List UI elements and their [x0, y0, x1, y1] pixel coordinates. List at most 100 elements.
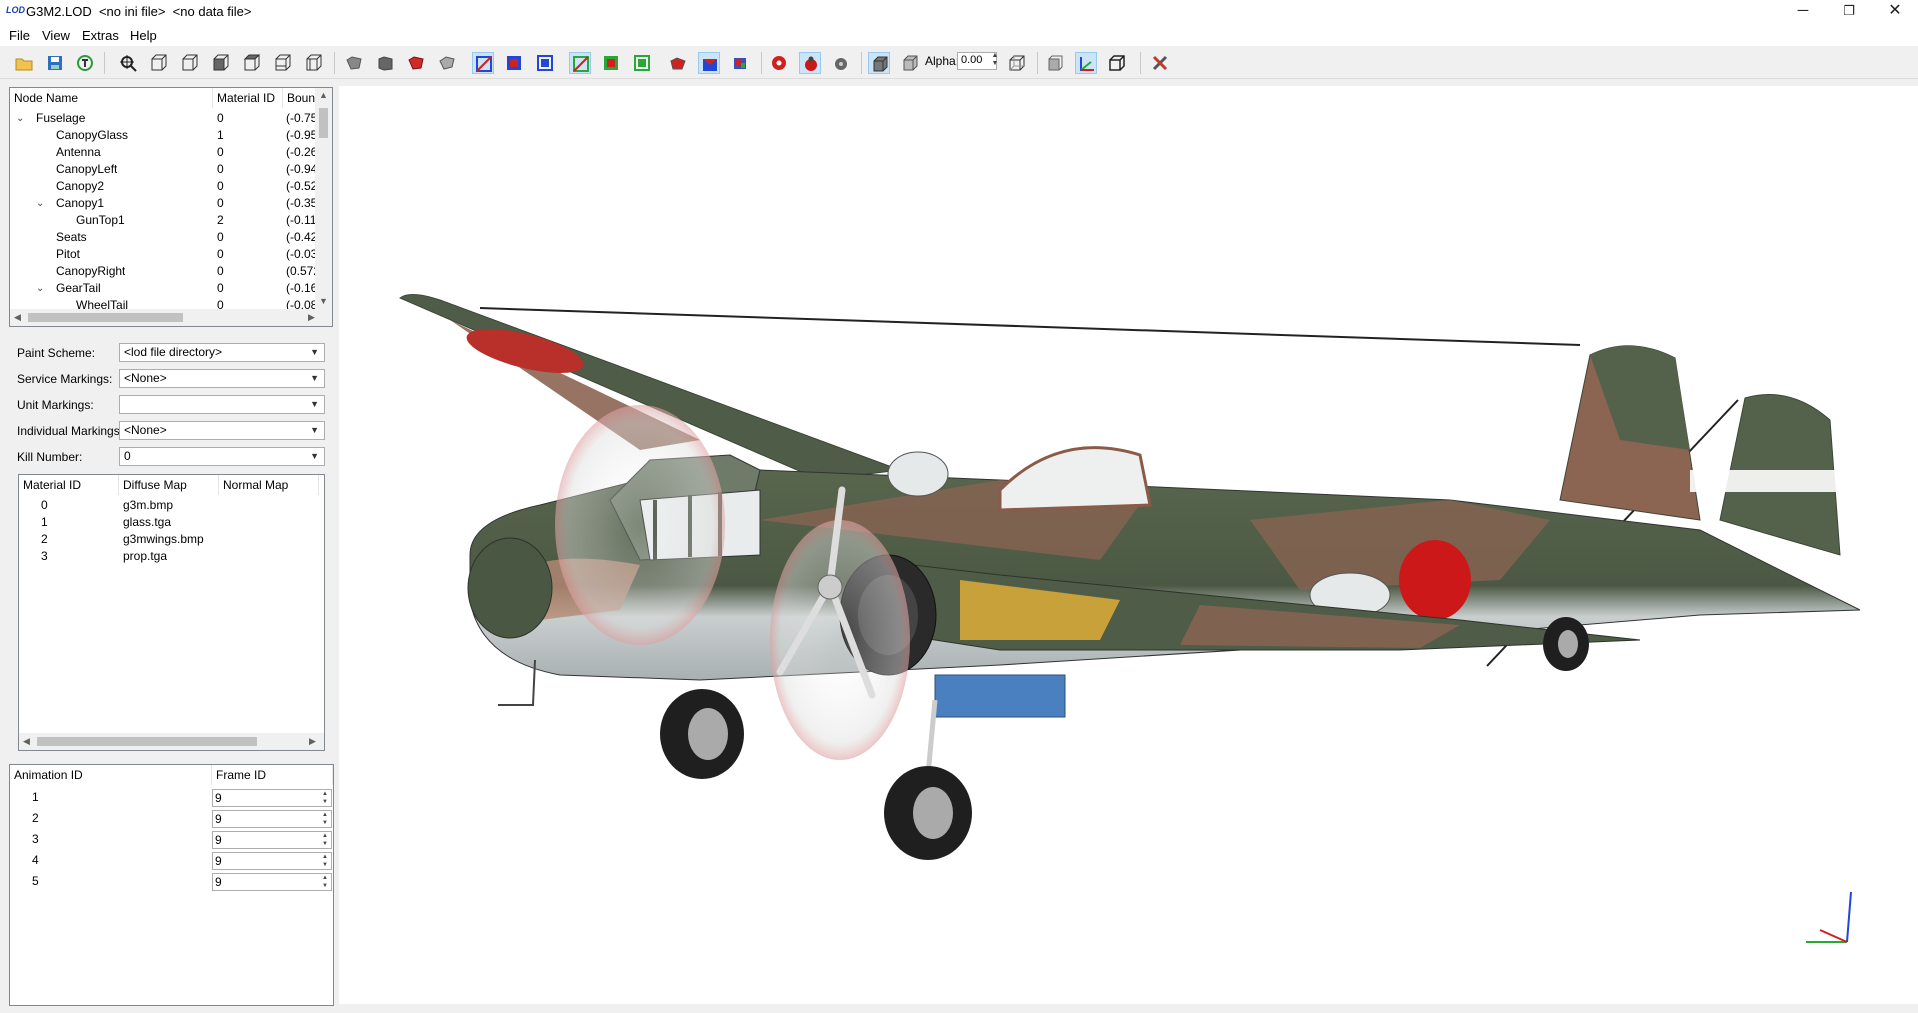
material-row[interactable]: 3 prop.tga — [19, 548, 324, 565]
tree-horizontal-scrollbar[interactable]: ◀ ▶ — [10, 309, 332, 326]
scroll-left-icon[interactable]: ◀ — [23, 736, 30, 747]
view-grey-icon[interactable] — [343, 52, 365, 74]
spinner-arrows-icon[interactable]: ▲ ▼ — [320, 853, 330, 869]
menu-view[interactable]: View — [42, 28, 70, 43]
bug-icon[interactable] — [799, 52, 821, 74]
cube-wire-icon[interactable] — [1006, 52, 1028, 74]
unit-markings-select[interactable]: ▼ — [119, 395, 325, 414]
frame-id-spinbox[interactable]: 9 ▲ ▼ — [212, 831, 332, 849]
tree-row[interactable]: CanopyGlass 1 (-0.959 — [10, 127, 316, 144]
tree-row[interactable]: Antenna 0 (-0.264 — [10, 144, 316, 161]
select-outline-icon[interactable] — [534, 52, 556, 74]
tree-row[interactable]: Canopy2 0 (-0.526 — [10, 178, 316, 195]
materials-table[interactable]: Material ID Diffuse Map Normal Map 0 g3m.… — [18, 474, 325, 751]
axes-icon[interactable] — [1075, 52, 1097, 74]
frame-id-spinbox[interactable]: 9 ▲ ▼ — [212, 852, 332, 870]
view-red-icon[interactable] — [405, 52, 427, 74]
animation-table[interactable]: Animation ID Frame ID 1 9 ▲ ▼ 2 9 ▲ ▼ 3 9 ▲ ▼ 4 9 ▲ ▼ 5 9… — [9, 764, 334, 1006]
alpha-spinner[interactable]: ▲ ▼ — [989, 52, 1001, 70]
column-header-material-id[interactable]: Material ID — [213, 88, 283, 108]
tree-row[interactable]: ⌄ Canopy1 0 (-0.357 — [10, 195, 316, 212]
tree-row[interactable]: ⌄ GearTail 0 (-0.164 — [10, 280, 316, 297]
column-header-frame-id[interactable]: Frame ID — [212, 765, 333, 785]
open-icon[interactable] — [13, 52, 35, 74]
target-icon[interactable] — [768, 52, 790, 74]
scroll-thumb[interactable] — [37, 737, 257, 746]
tools-icon[interactable] — [1149, 52, 1171, 74]
zoom-fit-icon[interactable] — [117, 52, 139, 74]
view-front-icon[interactable] — [148, 52, 170, 74]
color-mix-icon[interactable] — [698, 52, 720, 74]
view-back-icon[interactable] — [179, 52, 201, 74]
spinner-arrows-icon[interactable]: ▲ ▼ — [320, 874, 330, 890]
menu-extras[interactable]: Extras — [82, 28, 119, 43]
tree-row[interactable]: Pitot 0 (-0.037 — [10, 246, 316, 263]
expand-chevron-icon[interactable]: ⌄ — [36, 195, 44, 212]
scroll-left-icon[interactable]: ◀ — [14, 312, 21, 323]
select-green-outline-icon[interactable] — [631, 52, 653, 74]
restore-button[interactable]: ❐ — [1826, 0, 1872, 24]
diffuse-map: prop.tga — [123, 549, 168, 563]
scroll-thumb[interactable] — [319, 108, 328, 138]
select-green-solid-icon[interactable] — [600, 52, 622, 74]
scroll-thumb[interactable] — [28, 313, 183, 322]
tree-row[interactable]: Seats 0 (-0.421 — [10, 229, 316, 246]
cube-outline-icon[interactable] — [899, 52, 921, 74]
frame-id-spinbox[interactable]: 9 ▲ ▼ — [212, 873, 332, 891]
tree-vertical-scrollbar[interactable]: ▲ ▼ — [315, 88, 332, 310]
material-row[interactable]: 0 g3m.bmp — [19, 497, 324, 514]
material-row[interactable]: 2 g3mwings.bmp — [19, 531, 324, 548]
column-header-material-id[interactable]: Material ID — [19, 475, 119, 495]
column-header-normal-map[interactable]: Normal Map — [219, 475, 319, 495]
select-green-icon[interactable] — [569, 52, 591, 74]
spinner-arrows-icon[interactable]: ▲ ▼ — [320, 790, 330, 806]
expand-chevron-icon[interactable]: ⌄ — [16, 110, 24, 127]
menu-file[interactable]: File — [9, 28, 30, 43]
materials-horizontal-scrollbar[interactable]: ◀ ▶ — [19, 733, 324, 750]
cube-grey-icon[interactable] — [1044, 52, 1066, 74]
view-bottom-icon[interactable] — [241, 52, 263, 74]
reload-icon[interactable] — [74, 52, 96, 74]
cube-solid-icon[interactable] — [868, 52, 890, 74]
tree-row[interactable]: GunTop1 2 (-0.113 — [10, 212, 316, 229]
tree-row[interactable]: ⌄ Fuselage 0 (-0.752 — [10, 110, 316, 127]
expand-chevron-icon[interactable]: ⌄ — [36, 280, 44, 297]
scroll-right-icon[interactable]: ▶ — [308, 312, 315, 323]
tree-row[interactable]: CanopyRight 0 (0.5726 — [10, 263, 316, 280]
column-header-node-name[interactable]: Node Name — [10, 88, 213, 108]
spinner-arrows-icon[interactable]: ▲ ▼ — [320, 811, 330, 827]
select-solid-icon[interactable] — [503, 52, 525, 74]
view-right-icon[interactable] — [303, 52, 325, 74]
color-cube-icon[interactable] — [729, 52, 751, 74]
tree-row[interactable]: CanopyLeft 0 (-0.949 — [10, 161, 316, 178]
frame-id-spinbox[interactable]: 9 ▲ ▼ — [212, 810, 332, 828]
box-icon[interactable] — [1106, 52, 1128, 74]
view-hollow-icon[interactable] — [436, 52, 458, 74]
scroll-up-icon[interactable]: ▲ — [319, 90, 328, 100]
view-solid-icon[interactable] — [374, 52, 396, 74]
close-button[interactable]: ✕ — [1872, 0, 1918, 24]
menu-help[interactable]: Help — [130, 28, 157, 43]
gear-bug-icon[interactable] — [830, 52, 852, 74]
service-markings-select[interactable]: <None> ▼ — [119, 369, 325, 388]
paint-scheme-select[interactable]: <lod file directory> ▼ — [119, 343, 325, 362]
node-tree[interactable]: Node Name Material ID Bounc ⌄ Fuselage 0 (-… — [9, 87, 333, 327]
save-icon[interactable] — [44, 52, 66, 74]
material-row[interactable]: 1 glass.tga — [19, 514, 324, 531]
select-blue-icon[interactable] — [472, 52, 494, 74]
color-red-icon[interactable] — [667, 52, 689, 74]
model-viewport[interactable] — [339, 86, 1918, 1004]
column-header-animation-id[interactable]: Animation ID — [10, 765, 212, 785]
scroll-right-icon[interactable]: ▶ — [309, 736, 316, 747]
spinner-arrows-icon[interactable]: ▲ ▼ — [320, 832, 330, 848]
column-header-bounds[interactable]: Bounc — [283, 88, 317, 108]
view-left-icon[interactable] — [272, 52, 294, 74]
view-top-icon[interactable] — [210, 52, 232, 74]
scroll-down-icon[interactable]: ▼ — [319, 296, 328, 306]
node-name: GearTail — [56, 281, 101, 295]
frame-id-spinbox[interactable]: 9 ▲ ▼ — [212, 789, 332, 807]
column-header-diffuse-map[interactable]: Diffuse Map — [119, 475, 219, 495]
minimize-button[interactable]: ─ — [1780, 0, 1826, 24]
kill-number-select[interactable]: 0 ▼ — [119, 447, 325, 466]
individual-markings-select[interactable]: <None> ▼ — [119, 421, 325, 440]
